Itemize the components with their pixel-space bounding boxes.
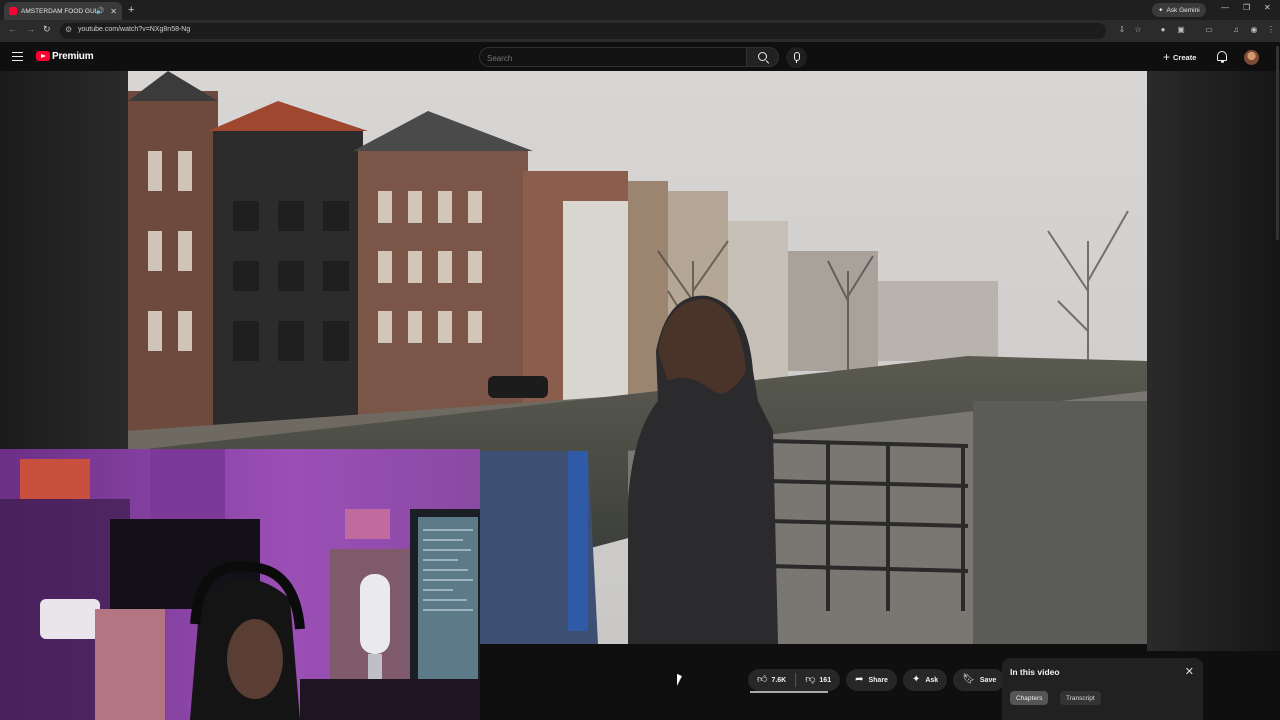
ask-label: Ask [925,676,939,684]
close-window-button[interactable]: ✕ [1264,3,1271,12]
share-label: Share [868,676,888,684]
streamer-webcam-overlay [0,449,480,720]
video-actions-bar: 👍︎ 7.6K 👎︎ 161 ➦ Share ✦ Ask 🔖︎ Save ••• [748,668,1034,692]
save-label: Save [979,676,997,684]
install-app-icon[interactable]: ⇩ [1117,25,1127,35]
search-button[interactable] [747,47,779,67]
new-tab-button[interactable]: + [128,3,134,17]
thumbs-up-icon: 👍︎ [757,674,768,685]
dislike-button[interactable]: 👎︎ 161 [796,669,840,691]
like-ratio-bar [750,691,828,693]
puzzle-icon[interactable]: ▣ [1176,25,1186,35]
youtube-favicon-icon [9,7,17,15]
page-scrollbar[interactable] [1276,46,1279,240]
extension-icon[interactable]: ● [1158,25,1168,35]
search-icon [758,52,767,61]
create-button[interactable]: + Create [1163,49,1196,65]
ambient-right [1147,71,1280,651]
youtube-premium-brand[interactable]: Premium [52,51,94,62]
like-button[interactable]: 👍︎ 7.6K [748,669,795,691]
chrome-menu-icon[interactable]: ⋮ [1266,25,1276,35]
browser-tab[interactable]: AMSTERDAM FOOD GUIDE 🔊 ✕ [4,2,122,20]
address-bar-row: ← → ↻ ⚙ youtube.com/watch?v=NXg8n58-Ng ⇩… [0,20,1280,42]
reload-icon[interactable]: ↻ [43,24,51,35]
save-button[interactable]: 🔖︎ Save [953,669,1006,691]
close-icon[interactable]: ✕ [1185,665,1194,678]
ask-button[interactable]: ✦ Ask [902,669,948,691]
avatar[interactable] [1244,50,1259,65]
mouse-cursor-icon [677,673,682,689]
restore-button[interactable]: ❐ [1243,3,1250,12]
voice-search-mic-icon[interactable] [786,47,807,68]
like-dislike-group: 👍︎ 7.6K 👎︎ 161 [748,669,841,691]
chip-chapters[interactable]: Chapters [1010,691,1049,705]
youtube-header: Premium + Create [0,42,1280,72]
forward-arrow-icon[interactable]: → [26,24,35,34]
site-info-icon[interactable]: ⚙ [65,25,72,34]
tab-title: AMSTERDAM FOOD GUIDE [21,7,96,15]
like-count: 7.6K [771,676,787,684]
browser-tab-strip: AMSTERDAM FOOD GUIDE 🔊 ✕ + ✦ Ask Gemini … [0,0,1280,20]
hamburger-menu-icon[interactable] [12,52,23,61]
thumbs-down-icon: 👎︎ [805,674,816,685]
notifications-bell-icon[interactable] [1217,51,1227,63]
bookmark-icon: 🔖︎ [962,674,975,685]
sparkle-icon: ✦ [911,674,921,685]
share-button[interactable]: ➦ Share [846,669,897,691]
sparkle-icon: ✦ [1158,7,1164,14]
create-label: Create [1173,52,1197,62]
share-arrow-icon: ➦ [855,674,864,685]
youtube-logo-icon[interactable] [36,51,50,61]
chip-transcript[interactable]: Transcript [1060,691,1101,705]
close-tab-icon[interactable]: ✕ [110,7,117,16]
dislike-count: 161 [819,676,832,684]
bookmark-star-icon[interactable]: ☆ [1133,25,1143,35]
speaker-icon[interactable]: 🔊 [96,7,105,15]
profile-icon[interactable]: ◉ [1249,25,1259,35]
plus-icon: + [1163,50,1171,64]
back-arrow-icon[interactable]: ← [8,24,17,34]
sidepanel-icon[interactable]: ▭ [1204,25,1214,35]
search-input[interactable] [480,49,746,68]
in-this-video-panel: In this video ✕ Chapters Transcript [1002,658,1203,720]
search-box [479,47,747,68]
ask-gemini-label: Ask Gemini [1166,6,1200,14]
panel-title: In this video [1010,667,1060,677]
minimize-button[interactable]: — [1221,3,1229,12]
omnibox[interactable]: ⚙ youtube.com/watch?v=NXg8n58-Ng [60,23,1106,39]
ask-gemini-button[interactable]: ✦ Ask Gemini [1152,3,1206,17]
url-text[interactable]: youtube.com/watch?v=NXg8n58-Ng [78,26,190,33]
webcam-scene [0,449,480,720]
media-icon[interactable]: ♫ [1231,25,1241,35]
